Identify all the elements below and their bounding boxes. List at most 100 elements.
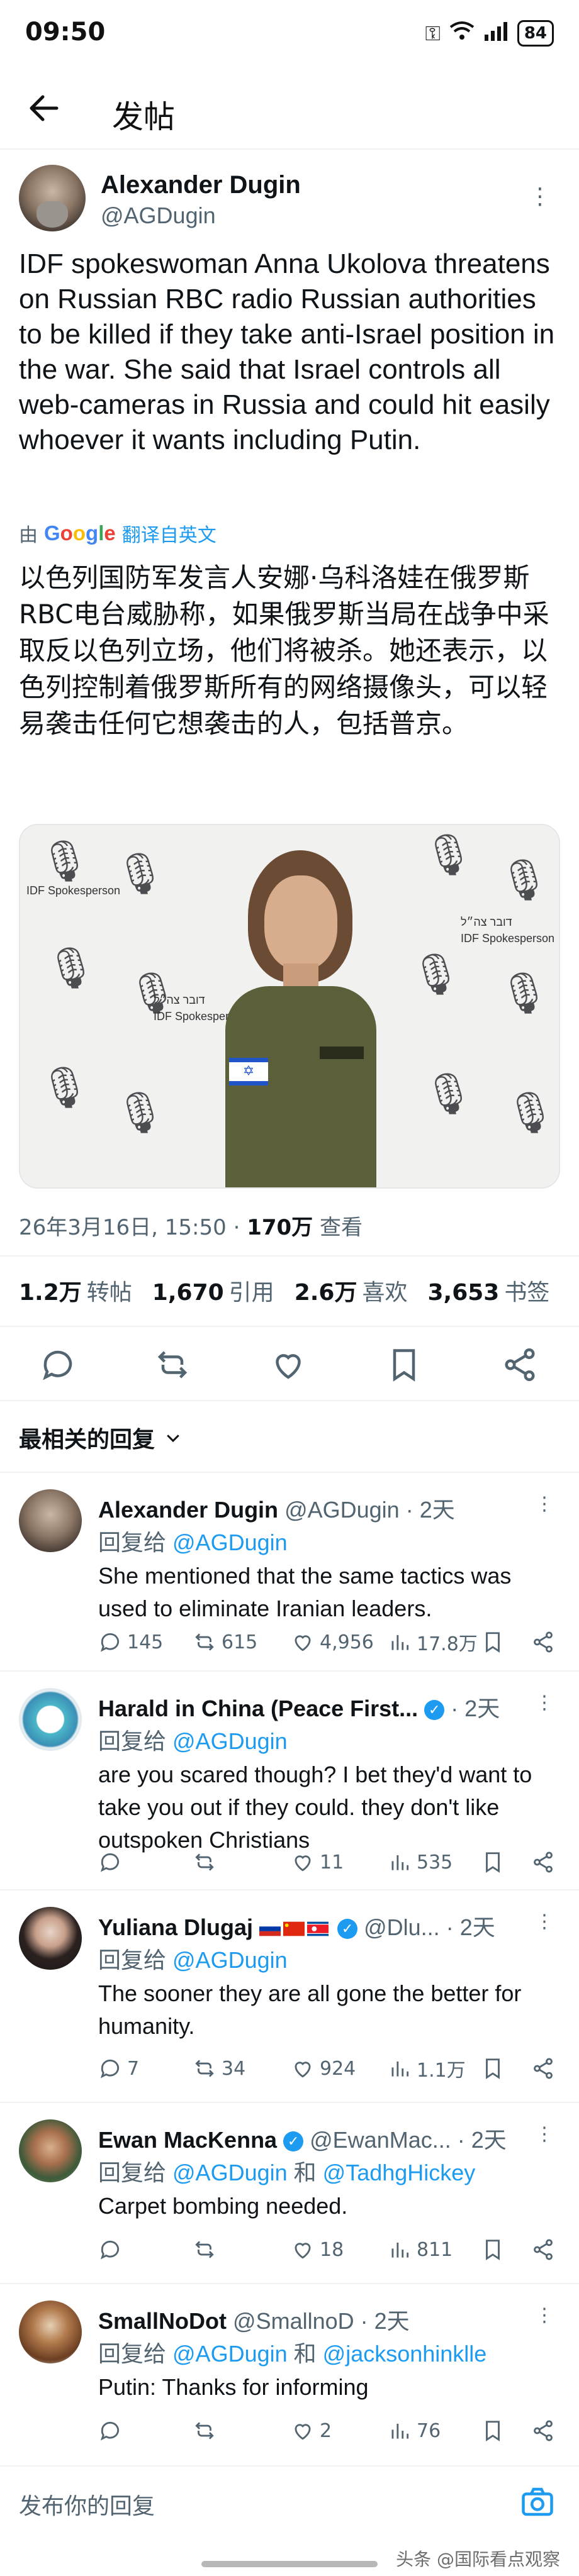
reply-retweet-button[interactable]: 615 (193, 1626, 257, 1658)
reply-share-button[interactable] (531, 1846, 555, 1878)
reply-more-icon[interactable]: ⋮ (535, 1493, 554, 1515)
reply-avatar[interactable] (19, 1489, 82, 1552)
retweet-icon (195, 2060, 214, 2077)
reply-author-handle[interactable]: @EwanMac... (310, 2127, 451, 2153)
reply-author-name[interactable]: Yuliana Dlugaj (98, 1914, 253, 1940)
reply-views-button[interactable]: 1.1万 (388, 2053, 466, 2084)
reply-bookmark-button[interactable] (481, 2234, 505, 2265)
retweet-icon[interactable] (154, 1346, 191, 1384)
reply-mention[interactable]: @AGDugin (172, 2160, 288, 2185)
reply-retweet-button[interactable]: 34 (193, 2053, 245, 2084)
home-indicator[interactable] (201, 2561, 378, 2567)
reply-avatar[interactable] (19, 2119, 82, 2182)
reply-author-handle[interactable]: @Dlu... (364, 1914, 440, 1940)
like-icon[interactable] (269, 1346, 307, 1384)
reply-avatar[interactable] (19, 1688, 82, 1751)
reply-views-button[interactable]: 811 (388, 2234, 453, 2265)
reply-to-line: 回复给 @AGDugin (98, 1947, 288, 1973)
share-icon[interactable] (501, 1346, 539, 1384)
bookmark-icon[interactable] (385, 1346, 423, 1384)
status-icons: ⚿ 84 (425, 20, 554, 47)
reply-item[interactable]: Ewan MacKenna ✓ @EwanMac... · 2天 ⋮ 回复给 @… (0, 2108, 579, 2284)
tweet-image[interactable]: 🎙 🎙 🎙 🎙 🎙 🎙 🎙 🎙 🎙 🎙 🎙 🎙 IDF Spokesperson דובר צה״ל … (19, 824, 560, 1189)
reply-input[interactable]: 发布你的回复 (19, 2488, 155, 2521)
reply-mention[interactable]: @AGDugin (172, 2341, 288, 2367)
reply-bookmark-button[interactable] (481, 1626, 505, 1658)
reply-sort-dropdown[interactable]: 最相关的回复 (19, 1421, 183, 1454)
reply-item[interactable]: Harald in China (Peace First... ✓ · 2天 ⋮… (0, 1677, 579, 1884)
stat-bookmarks[interactable]: 3,653 书签 (427, 1274, 549, 1307)
bookmark-icon (486, 2058, 500, 2079)
reply-reply-button[interactable] (98, 2234, 127, 2265)
reply-mention[interactable]: @jacksonhinklle (323, 2341, 487, 2367)
reply-share-button[interactable] (531, 2234, 555, 2265)
reply-author-name[interactable]: Ewan MacKenna (98, 2127, 277, 2153)
stat-quotes[interactable]: 1,670 引用 (152, 1274, 274, 1307)
bookmark-icon (486, 2240, 500, 2260)
reply-icon (100, 1853, 120, 1872)
back-arrow-icon[interactable] (25, 89, 63, 127)
reply-reply-button[interactable]: 145 (98, 1626, 163, 1658)
reply-icon[interactable] (39, 1346, 77, 1384)
reply-retweet-button[interactable] (193, 1846, 222, 1878)
reply-retweet-button[interactable] (193, 2234, 222, 2265)
retweet-icon (195, 2422, 214, 2440)
reply-like-button[interactable]: 18 (291, 2234, 344, 2265)
stats-divider-bottom (0, 1326, 579, 1327)
reply-bookmark-button[interactable] (481, 2053, 505, 2084)
stat-reposts[interactable]: 1.2万 转帖 (19, 1274, 132, 1307)
author-name[interactable]: Alexander Dugin (101, 171, 301, 199)
reply-mention[interactable]: @AGDugin (172, 1530, 288, 1555)
reply-share-button[interactable] (531, 2415, 555, 2446)
reply-retweet-button[interactable] (193, 2415, 222, 2446)
reply-like-button[interactable]: 924 (291, 2053, 356, 2084)
reply-reply-button[interactable]: 7 (98, 2053, 139, 2084)
reply-reply-button[interactable] (98, 2415, 127, 2446)
author-handle[interactable]: @AGDugin (101, 203, 216, 229)
reply-mention[interactable]: @TadhgHickey (323, 2160, 476, 2185)
reply-more-icon[interactable]: ⋮ (535, 2304, 554, 2326)
engagement-stats: 1.2万 转帖 1,670 引用 2.6万 喜欢 3,653 书签 (19, 1274, 549, 1307)
translation-notice[interactable]: 由 Google 翻译自英文 (19, 519, 216, 547)
reply-item[interactable]: Yuliana Dlugaj ✓ @Dlu... · 2天 ⋮ 回复给 @AGD… (0, 1896, 579, 2097)
reply-more-icon[interactable]: ⋮ (535, 1911, 554, 1933)
reply-like-button[interactable]: 2 (291, 2415, 332, 2446)
backdrop-caption: IDF Spokesperson (461, 932, 555, 945)
reply-avatar[interactable] (19, 2301, 82, 2363)
bookmark-icon (486, 1852, 500, 1873)
wifi-icon (449, 21, 475, 46)
views-icon (391, 1855, 409, 1870)
reply-more-icon[interactable]: ⋮ (535, 2123, 554, 2145)
tweet-timestamp: 26年3月16日, 15:50 · 170万 查看 (19, 1210, 363, 1241)
more-options-icon[interactable]: ⋮ (529, 184, 551, 209)
reply-reply-button[interactable] (98, 1846, 127, 1878)
key-icon: ⚿ (425, 21, 441, 45)
retweet-icon (195, 1633, 214, 1651)
stats-divider-top (0, 1255, 579, 1257)
reply-author-handle[interactable]: @SmallnoD (233, 2308, 354, 2334)
translate-label[interactable]: 翻译自英文 (122, 519, 216, 547)
reply-bookmark-button[interactable] (481, 1846, 505, 1878)
stat-likes[interactable]: 2.6万 喜欢 (295, 1274, 408, 1307)
reply-author-name[interactable]: SmallNoDot (98, 2308, 227, 2334)
reply-views-button[interactable]: 76 (388, 2415, 441, 2446)
reply-views-button[interactable]: 535 (388, 1846, 453, 1878)
reply-like-button[interactable]: 11 (291, 1846, 344, 1878)
reply-bookmark-button[interactable] (481, 2415, 505, 2446)
reply-mention[interactable]: @AGDugin (172, 1728, 288, 1754)
author-avatar[interactable] (19, 165, 86, 231)
reply-mention[interactable]: @AGDugin (172, 1947, 288, 1973)
reply-share-button[interactable] (531, 1626, 555, 1658)
reply-like-button[interactable]: 4,956 (291, 1626, 374, 1658)
reply-item[interactable]: Alexander Dugin @AGDugin · 2天 ⋮ 回复给 @AGD… (0, 1478, 579, 1667)
reply-views-button[interactable]: 17.8万 (388, 1626, 478, 1658)
reply-author-name[interactable]: Alexander Dugin (98, 1497, 278, 1523)
reply-item[interactable]: SmallNoDot @SmallnoD · 2天 ⋮ 回复给 @AGDugin… (0, 2289, 579, 2465)
reply-avatar[interactable] (19, 1907, 82, 1970)
camera-icon[interactable] (519, 2483, 556, 2521)
reply-header: Yuliana Dlugaj ✓ @Dlu... · 2天 (98, 1909, 564, 1942)
reply-author-handle[interactable]: @AGDugin (284, 1497, 400, 1523)
reply-share-button[interactable] (531, 2053, 555, 2084)
reply-author-name[interactable]: Harald in China (Peace First... (98, 1696, 418, 1721)
reply-more-icon[interactable]: ⋮ (535, 1692, 554, 1714)
